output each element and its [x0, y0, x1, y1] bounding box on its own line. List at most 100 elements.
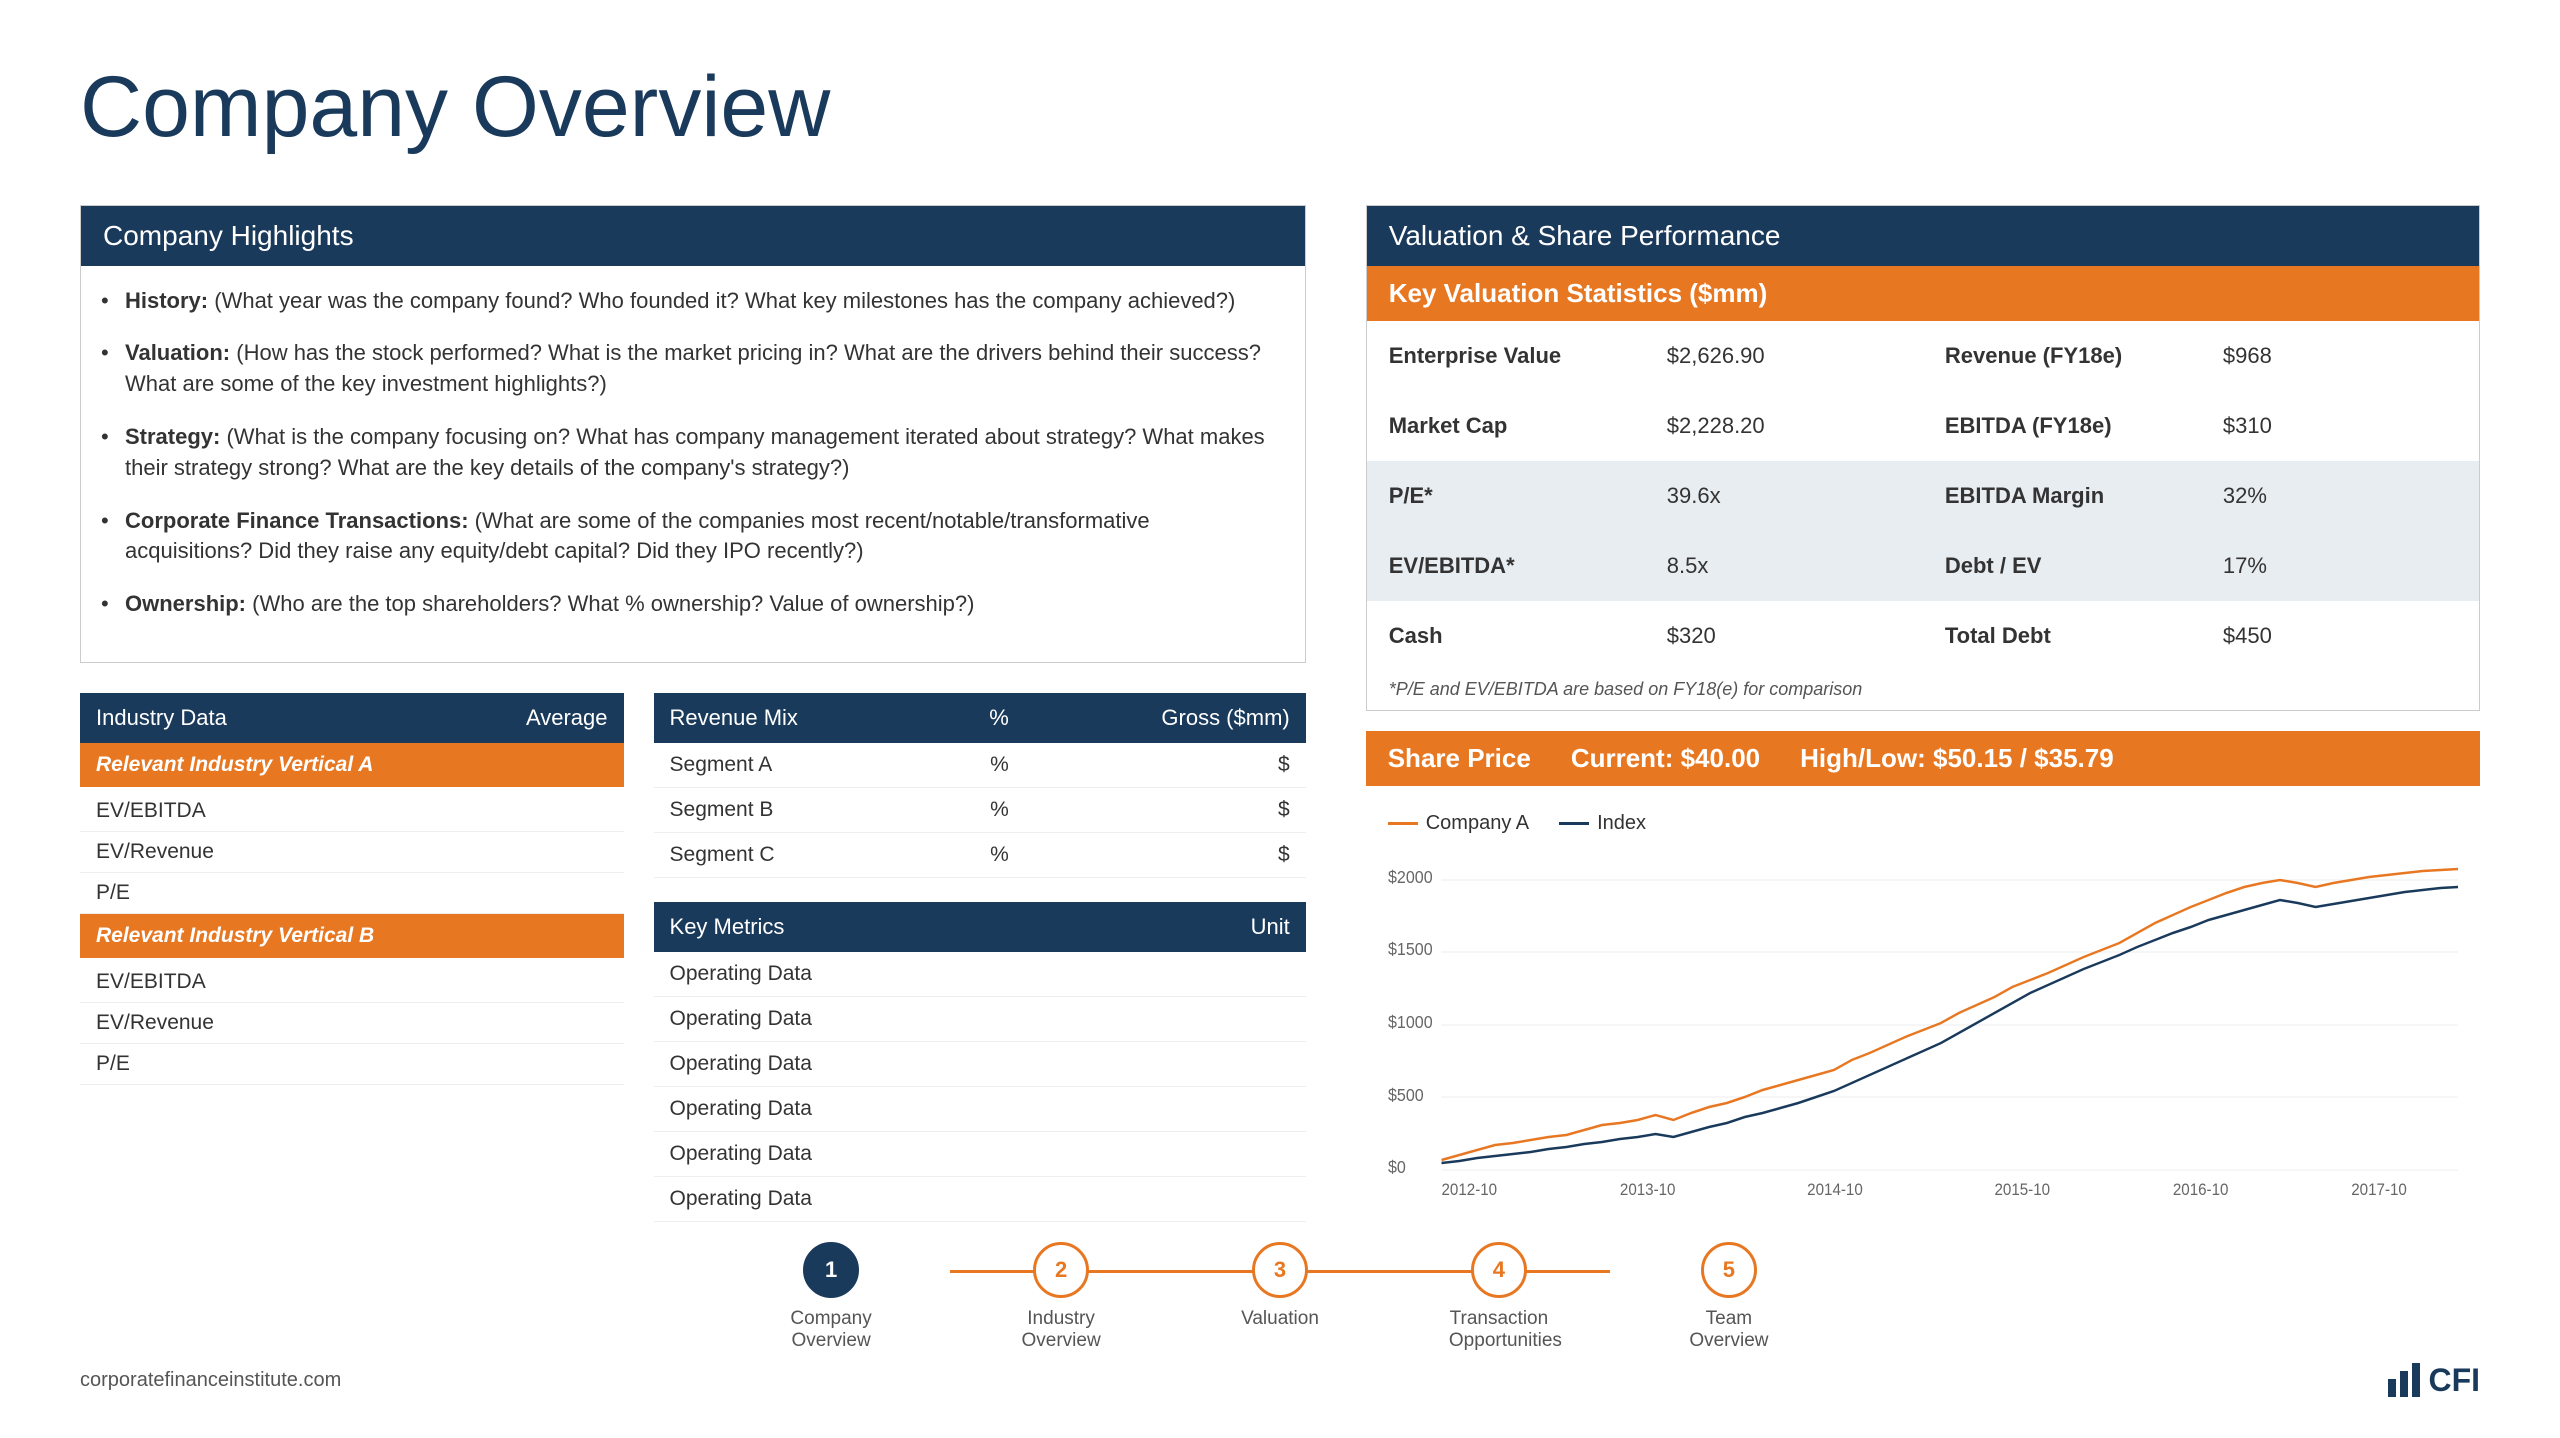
nav-num-1: 1 — [825, 1257, 837, 1283]
highlight-text-0: (What year was the company found? Who fo… — [214, 288, 1235, 313]
nav-item-2[interactable]: 2 Industry Overview — [1011, 1242, 1111, 1352]
revenue-mix-header: Revenue Mix — [654, 693, 935, 743]
legend-orange-line — [1388, 822, 1418, 825]
val-row-5: Cash $320 Total Debt $450 — [1367, 601, 2479, 671]
nav-circle-1[interactable]: 1 — [803, 1242, 859, 1298]
highlight-label-0: History: — [125, 288, 208, 313]
val-value-1-1: $310 — [2201, 401, 2479, 451]
svg-text:$1000: $1000 — [1388, 1012, 1433, 1032]
val-value-1-0: $2,228.20 — [1645, 401, 1923, 451]
list-item: Strategy: (What is the company focusing … — [101, 422, 1275, 484]
seg-a-gross: $ — [1025, 743, 1306, 788]
cfi-bars-icon — [2388, 1363, 2420, 1397]
page-title: Company Overview — [80, 60, 2480, 155]
nav-item-5[interactable]: 5 Team Overview — [1679, 1242, 1779, 1352]
val-label-4-0: Cash — [1367, 611, 1645, 661]
industry-row: EV/EBITDA — [80, 791, 624, 832]
seg-b-pct: % — [935, 787, 1025, 832]
left-panel: Company Highlights History: (What year w… — [80, 205, 1306, 1222]
industry-row: P/E — [80, 1044, 624, 1085]
table-row: Segment A % $ — [654, 743, 1306, 788]
val-value-2-0: 39.6x — [1645, 471, 1923, 521]
nav-num-4: 4 — [1493, 1257, 1505, 1283]
industry-header-row: Industry Data Average — [80, 693, 624, 743]
legend-blue-line — [1559, 822, 1589, 825]
highlight-label-3: Corporate Finance Transactions: — [125, 508, 469, 533]
val-value-3-0: 8.5x — [1645, 541, 1923, 591]
industry-vertical-a: Relevant Industry Vertical A — [80, 743, 624, 787]
industry-average-label: Average — [526, 705, 608, 731]
val-value-4-0: $320 — [1645, 611, 1923, 661]
nav-num-2: 2 — [1055, 1257, 1067, 1283]
highlight-text-1: (How has the stock performed? What is th… — [125, 340, 1261, 396]
legend-index-label: Index — [1597, 812, 1646, 835]
highlight-label-1: Valuation: — [125, 340, 230, 365]
footer-url: corporatefinanceinstitute.com — [80, 1369, 341, 1392]
val-label-2-1: EBITDA Margin — [1923, 471, 2201, 521]
industry-row: P/E — [80, 873, 624, 914]
table-row: Operating Data — [654, 1131, 1306, 1176]
nav-circle-5[interactable]: 5 — [1701, 1242, 1757, 1298]
seg-a-label: Segment A — [654, 743, 935, 788]
highlights-box: Company Highlights History: (What year w… — [80, 205, 1306, 663]
legend-index: Index — [1559, 812, 1646, 835]
val-label-4-1: Total Debt — [1923, 611, 2201, 661]
industry-row: EV/EBITDA — [80, 962, 624, 1003]
industry-row: EV/Revenue — [80, 1003, 624, 1044]
val-value-0-0: $2,626.90 — [1645, 331, 1923, 381]
svg-text:2012-10: 2012-10 — [1441, 1180, 1497, 1199]
main-content: Company Highlights History: (What year w… — [80, 205, 2480, 1222]
nav-label-5: Team Overview — [1679, 1308, 1779, 1352]
svg-text:2017-10: 2017-10 — [2351, 1180, 2407, 1199]
valuation-box: Valuation & Share Performance Key Valuat… — [1366, 205, 2480, 711]
navigation-bar: 1 Company Overview 2 Industry Overview 3… — [80, 1242, 2480, 1352]
val-row-1: Enterprise Value $2,626.90 Revenue (FY18… — [1367, 321, 2479, 391]
nav-item-3[interactable]: 3 Valuation — [1241, 1242, 1319, 1330]
share-price-label: Share Price — [1388, 743, 1531, 774]
key-metrics-table: Key Metrics Unit Operating Data Operatin… — [654, 902, 1306, 1222]
metric-0: Operating Data — [654, 952, 1117, 997]
table-row: Operating Data — [654, 952, 1306, 997]
industry-header-label: Industry Data — [96, 705, 227, 731]
seg-a-pct: % — [935, 743, 1025, 788]
highlight-label-4: Ownership: — [125, 591, 246, 616]
table-row: Operating Data — [654, 996, 1306, 1041]
nav-circle-4[interactable]: 4 — [1471, 1242, 1527, 1298]
list-item: Valuation: (How has the stock performed?… — [101, 338, 1275, 400]
chart-container: $2000 $1500 $1000 $500 $0 2012-10 2013-1… — [1366, 855, 2480, 1155]
val-label-0-0: Enterprise Value — [1367, 331, 1645, 381]
right-panel: Valuation & Share Performance Key Valuat… — [1366, 205, 2480, 1222]
nav-item-4[interactable]: 4 Transaction Opportunities — [1449, 1242, 1549, 1352]
list-item: Ownership: (Who are the top shareholders… — [101, 589, 1275, 620]
table-row: Operating Data — [654, 1176, 1306, 1221]
highlights-list: History: (What year was the company foun… — [81, 266, 1305, 662]
cfi-bar-3 — [2412, 1363, 2420, 1397]
seg-c-gross: $ — [1025, 832, 1306, 877]
val-row-2: Market Cap $2,228.20 EBITDA (FY18e) $310 — [1367, 391, 2479, 461]
share-price-high-low: High/Low: $50.15 / $35.79 — [1800, 743, 2114, 774]
nav-item-1[interactable]: 1 Company Overview — [781, 1242, 881, 1352]
footer: corporatefinanceinstitute.com CFI — [80, 1362, 2480, 1399]
nav-circle-2[interactable]: 2 — [1033, 1242, 1089, 1298]
val-row-4: EV/EBITDA* 8.5x Debt / EV 17% — [1367, 531, 2479, 601]
metric-4: Operating Data — [654, 1131, 1117, 1176]
svg-text:$0: $0 — [1388, 1157, 1406, 1177]
revenue-mix-gross-header: Gross ($mm) — [1025, 693, 1306, 743]
table-row: Operating Data — [654, 1086, 1306, 1131]
nav-circle-3[interactable]: 3 — [1252, 1242, 1308, 1298]
cfi-logo: CFI — [2388, 1362, 2480, 1399]
page: Company Overview Company Highlights Hist… — [0, 0, 2560, 1438]
val-value-0-1: $968 — [2201, 331, 2479, 381]
metric-5: Operating Data — [654, 1176, 1117, 1221]
val-value-2-1: 32% — [2201, 471, 2479, 521]
nav-num-3: 3 — [1274, 1257, 1286, 1283]
list-item: History: (What year was the company foun… — [101, 286, 1275, 317]
val-label-1-1: EBITDA (FY18e) — [1923, 401, 2201, 451]
metric-2: Operating Data — [654, 1041, 1117, 1086]
table-row: Segment B % $ — [654, 787, 1306, 832]
nav-label-3: Valuation — [1241, 1308, 1319, 1330]
seg-c-pct: % — [935, 832, 1025, 877]
key-metrics-header: Key Metrics — [654, 902, 1117, 952]
share-price-current: Current: $40.00 — [1571, 743, 1760, 774]
svg-text:2013-10: 2013-10 — [1620, 1180, 1676, 1199]
